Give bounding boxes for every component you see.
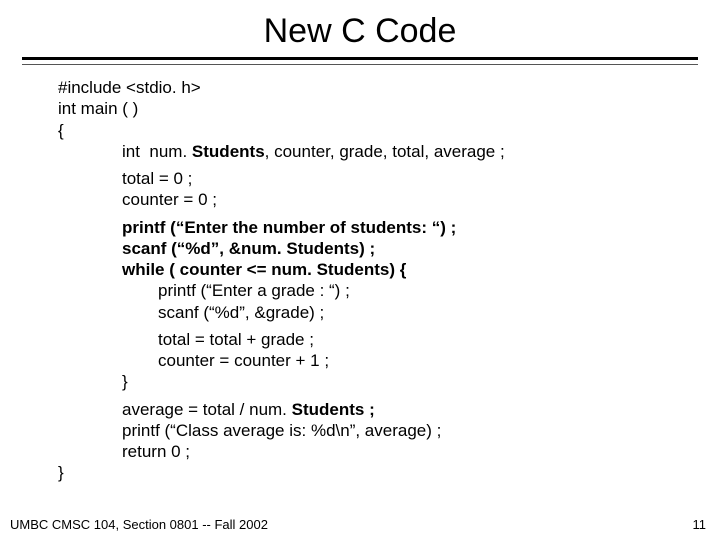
code-line: total = 0 ;	[58, 168, 720, 189]
code-line: }	[58, 371, 720, 392]
code-line: int main ( )	[58, 98, 720, 119]
code-line: return 0 ;	[58, 441, 720, 462]
code-line: counter = counter + 1 ;	[58, 350, 720, 371]
title-rule	[22, 57, 698, 65]
code-line: int num. Students, counter, grade, total…	[58, 141, 720, 162]
code-line: scanf (“%d”, &num. Students) ;	[58, 238, 720, 259]
slide: New C Code #include <stdio. h> int main …	[0, 0, 720, 540]
code-line: counter = 0 ;	[58, 189, 720, 210]
code-line: #include <stdio. h>	[58, 77, 720, 98]
footer-text: UMBC CMSC 104, Section 0801 -- Fall 2002	[10, 517, 268, 532]
code-line: printf (“Enter the number of students: “…	[58, 217, 720, 238]
code-line: total = total + grade ;	[58, 329, 720, 350]
code-line: }	[58, 462, 720, 483]
code-line: printf (“Class average is: %d\n”, averag…	[58, 420, 720, 441]
code-line: while ( counter <= num. Students) {	[58, 259, 720, 280]
code-line: printf (“Enter a grade : “) ;	[58, 280, 720, 301]
code-line: {	[58, 120, 720, 141]
code-line: scanf (“%d”, &grade) ;	[58, 302, 720, 323]
page-number: 11	[693, 517, 707, 532]
code-line: average = total / num. Students ;	[58, 399, 720, 420]
code-block: #include <stdio. h> int main ( ) { int n…	[0, 67, 720, 484]
slide-title: New C Code	[0, 0, 720, 57]
